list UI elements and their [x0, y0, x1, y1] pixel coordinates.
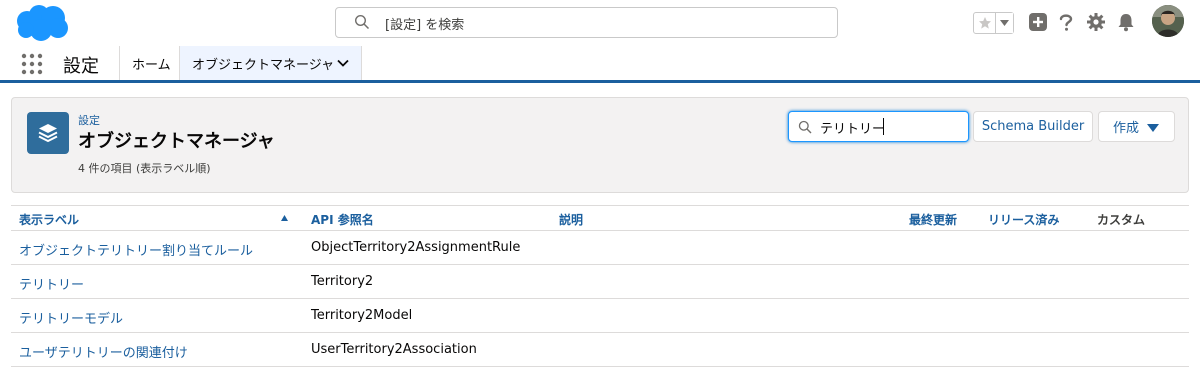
- page-body: 設定 オブジェクトマネージャ 4 件の項目 (表示ラベル順) テリトリー Sch…: [0, 83, 1200, 382]
- gear-icon: [1087, 13, 1105, 31]
- global-actions-button[interactable]: [1027, 11, 1049, 33]
- favorites-list-button[interactable]: [996, 13, 1013, 33]
- object-label-link[interactable]: テリトリー: [19, 274, 84, 293]
- object-label-link[interactable]: テリトリーモデル: [19, 308, 123, 327]
- api-name-cell: ObjectTerritory2AssignmentRule: [311, 240, 521, 255]
- tab-home-label: ホーム: [132, 57, 171, 73]
- salesforce-logo-icon[interactable]: [13, 4, 69, 42]
- table-row: テリトリーモデル Territory2Model: [11, 299, 1189, 333]
- table-header: 表示ラベル API 参照名 説明 最終更新 リリース済み カスタム: [11, 205, 1189, 231]
- caret-down-icon: [1000, 20, 1009, 26]
- api-name-cell: UserTerritory2Association: [311, 342, 477, 357]
- column-header-custom: カスタム: [1097, 213, 1146, 227]
- quick-find-value: テリトリー: [820, 122, 886, 137]
- table-row: オブジェクトテリトリー割り当てルール ObjectTerritory2Assig…: [11, 231, 1189, 265]
- context-navigation-bar: 設定 ホーム オブジェクトマネージャ: [0, 46, 1200, 83]
- bell-icon: [1118, 14, 1134, 32]
- api-name-cell: Territory2Model: [311, 308, 413, 323]
- app-launcher-icon[interactable]: [21, 53, 43, 75]
- object-label-link[interactable]: オブジェクトテリトリー割り当てルール: [19, 240, 253, 259]
- global-header: [設定] を検索: [0, 0, 1200, 46]
- tab-object-manager[interactable]: オブジェクトマネージャ: [179, 46, 362, 80]
- user-avatar[interactable]: [1152, 5, 1184, 37]
- column-header-api-name[interactable]: API 参照名: [311, 211, 374, 228]
- page-header: 設定 オブジェクトマネージャ 4 件の項目 (表示ラベル順) テリトリー Sch…: [11, 97, 1189, 193]
- api-name-cell: Territory2: [311, 274, 374, 289]
- caret-down-icon: [1147, 124, 1159, 132]
- column-header-deployed[interactable]: リリース済み: [988, 211, 1059, 228]
- schema-builder-button[interactable]: Schema Builder: [973, 111, 1093, 142]
- search-icon: [354, 14, 370, 30]
- star-icon: [978, 17, 991, 29]
- global-search-input[interactable]: [設定] を検索: [335, 7, 838, 38]
- create-label: 作成: [1113, 121, 1140, 136]
- app-name: 設定: [63, 56, 99, 77]
- setup-button[interactable]: [1085, 11, 1107, 33]
- plus-icon: [1029, 13, 1047, 31]
- column-header-last-modified[interactable]: 最終更新: [909, 211, 957, 228]
- column-header-description[interactable]: 説明: [559, 211, 583, 228]
- schema-builder-label: Schema Builder: [981, 119, 1085, 134]
- table-row: ユーザテリトリーの関連付け UserTerritory2Association: [11, 333, 1189, 367]
- table-row: テリトリー Territory2: [11, 265, 1189, 299]
- favorites-group: [973, 12, 1014, 34]
- column-header-label[interactable]: 表示ラベル: [19, 211, 79, 228]
- object-label-link[interactable]: ユーザテリトリーの関連付け: [19, 342, 188, 361]
- layers-icon: [38, 124, 58, 143]
- page-title: オブジェクトマネージャ: [78, 131, 275, 152]
- question-icon: [1059, 14, 1073, 31]
- tab-home[interactable]: ホーム: [119, 46, 179, 80]
- breadcrumb[interactable]: 設定: [78, 112, 100, 128]
- quick-find-input[interactable]: テリトリー: [788, 111, 969, 142]
- help-button[interactable]: [1055, 11, 1077, 33]
- sort-ascending-icon[interactable]: [281, 215, 288, 221]
- search-icon: [798, 120, 812, 134]
- item-count-subtitle: 4 件の項目 (表示ラベル順): [78, 162, 211, 175]
- object-table: 表示ラベル API 参照名 説明 最終更新 リリース済み カスタム オブジェクト…: [11, 205, 1189, 367]
- favorites-button[interactable]: [974, 13, 996, 33]
- chevron-down-icon[interactable]: [337, 58, 349, 68]
- tab-object-manager-label: オブジェクトマネージャ: [192, 57, 335, 73]
- create-button[interactable]: 作成: [1098, 111, 1175, 142]
- object-manager-tile: [27, 112, 69, 154]
- search-placeholder: [設定] を検索: [385, 18, 465, 33]
- notifications-button[interactable]: [1115, 11, 1137, 33]
- text-cursor: [883, 118, 884, 135]
- user-photo-icon: [1152, 5, 1184, 37]
